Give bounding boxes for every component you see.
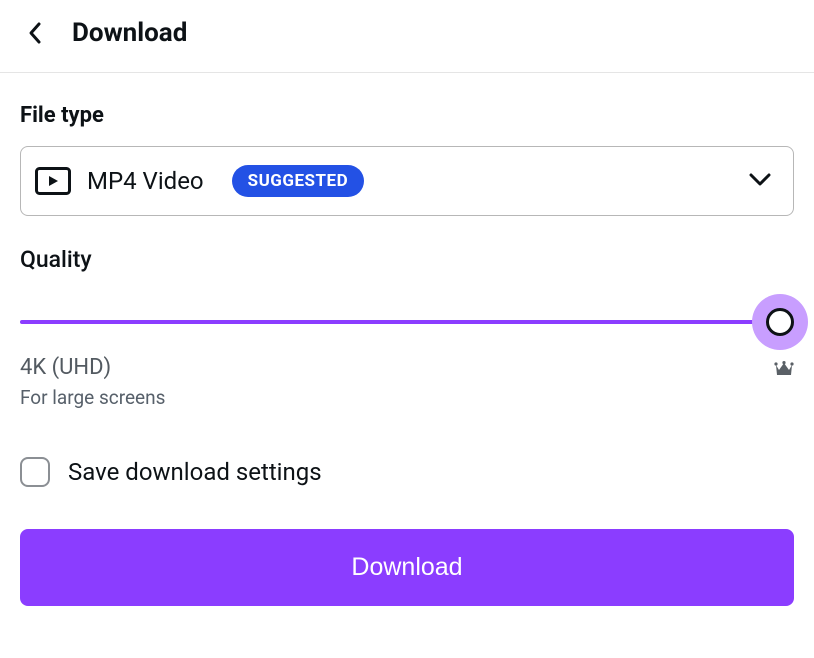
filetype-dropdown[interactable]: MP4 Video SUGGESTED xyxy=(20,146,794,216)
filetype-selected: MP4 Video xyxy=(87,167,204,195)
download-button[interactable]: Download xyxy=(20,529,794,606)
video-icon xyxy=(35,167,71,195)
slider-thumb-inner xyxy=(766,308,794,336)
quality-info-row: 4K (UHD) For large screens xyxy=(20,355,794,409)
chevron-left-icon xyxy=(27,21,43,45)
back-button[interactable] xyxy=(20,18,50,48)
save-settings-checkbox[interactable] xyxy=(20,457,50,487)
filetype-label: File type xyxy=(20,103,794,128)
dropdown-value: MP4 Video SUGGESTED xyxy=(35,165,364,197)
slider-thumb[interactable] xyxy=(752,294,808,350)
save-settings-label: Save download settings xyxy=(68,458,322,486)
page-title: Download xyxy=(72,18,187,48)
slider-track xyxy=(20,320,794,324)
save-settings-row: Save download settings xyxy=(20,457,794,487)
panel-header: Download xyxy=(0,0,814,73)
quality-value-name: 4K (UHD) xyxy=(20,355,165,380)
suggested-badge: SUGGESTED xyxy=(232,165,365,197)
quality-description: For large screens xyxy=(20,386,165,409)
crown-icon xyxy=(774,361,794,377)
quality-text: 4K (UHD) For large screens xyxy=(20,355,165,409)
quality-label: Quality xyxy=(20,246,794,273)
chevron-down-icon xyxy=(749,172,771,191)
quality-slider[interactable] xyxy=(20,307,794,337)
panel-content: File type MP4 Video SUGGESTED Quality xyxy=(0,73,814,626)
